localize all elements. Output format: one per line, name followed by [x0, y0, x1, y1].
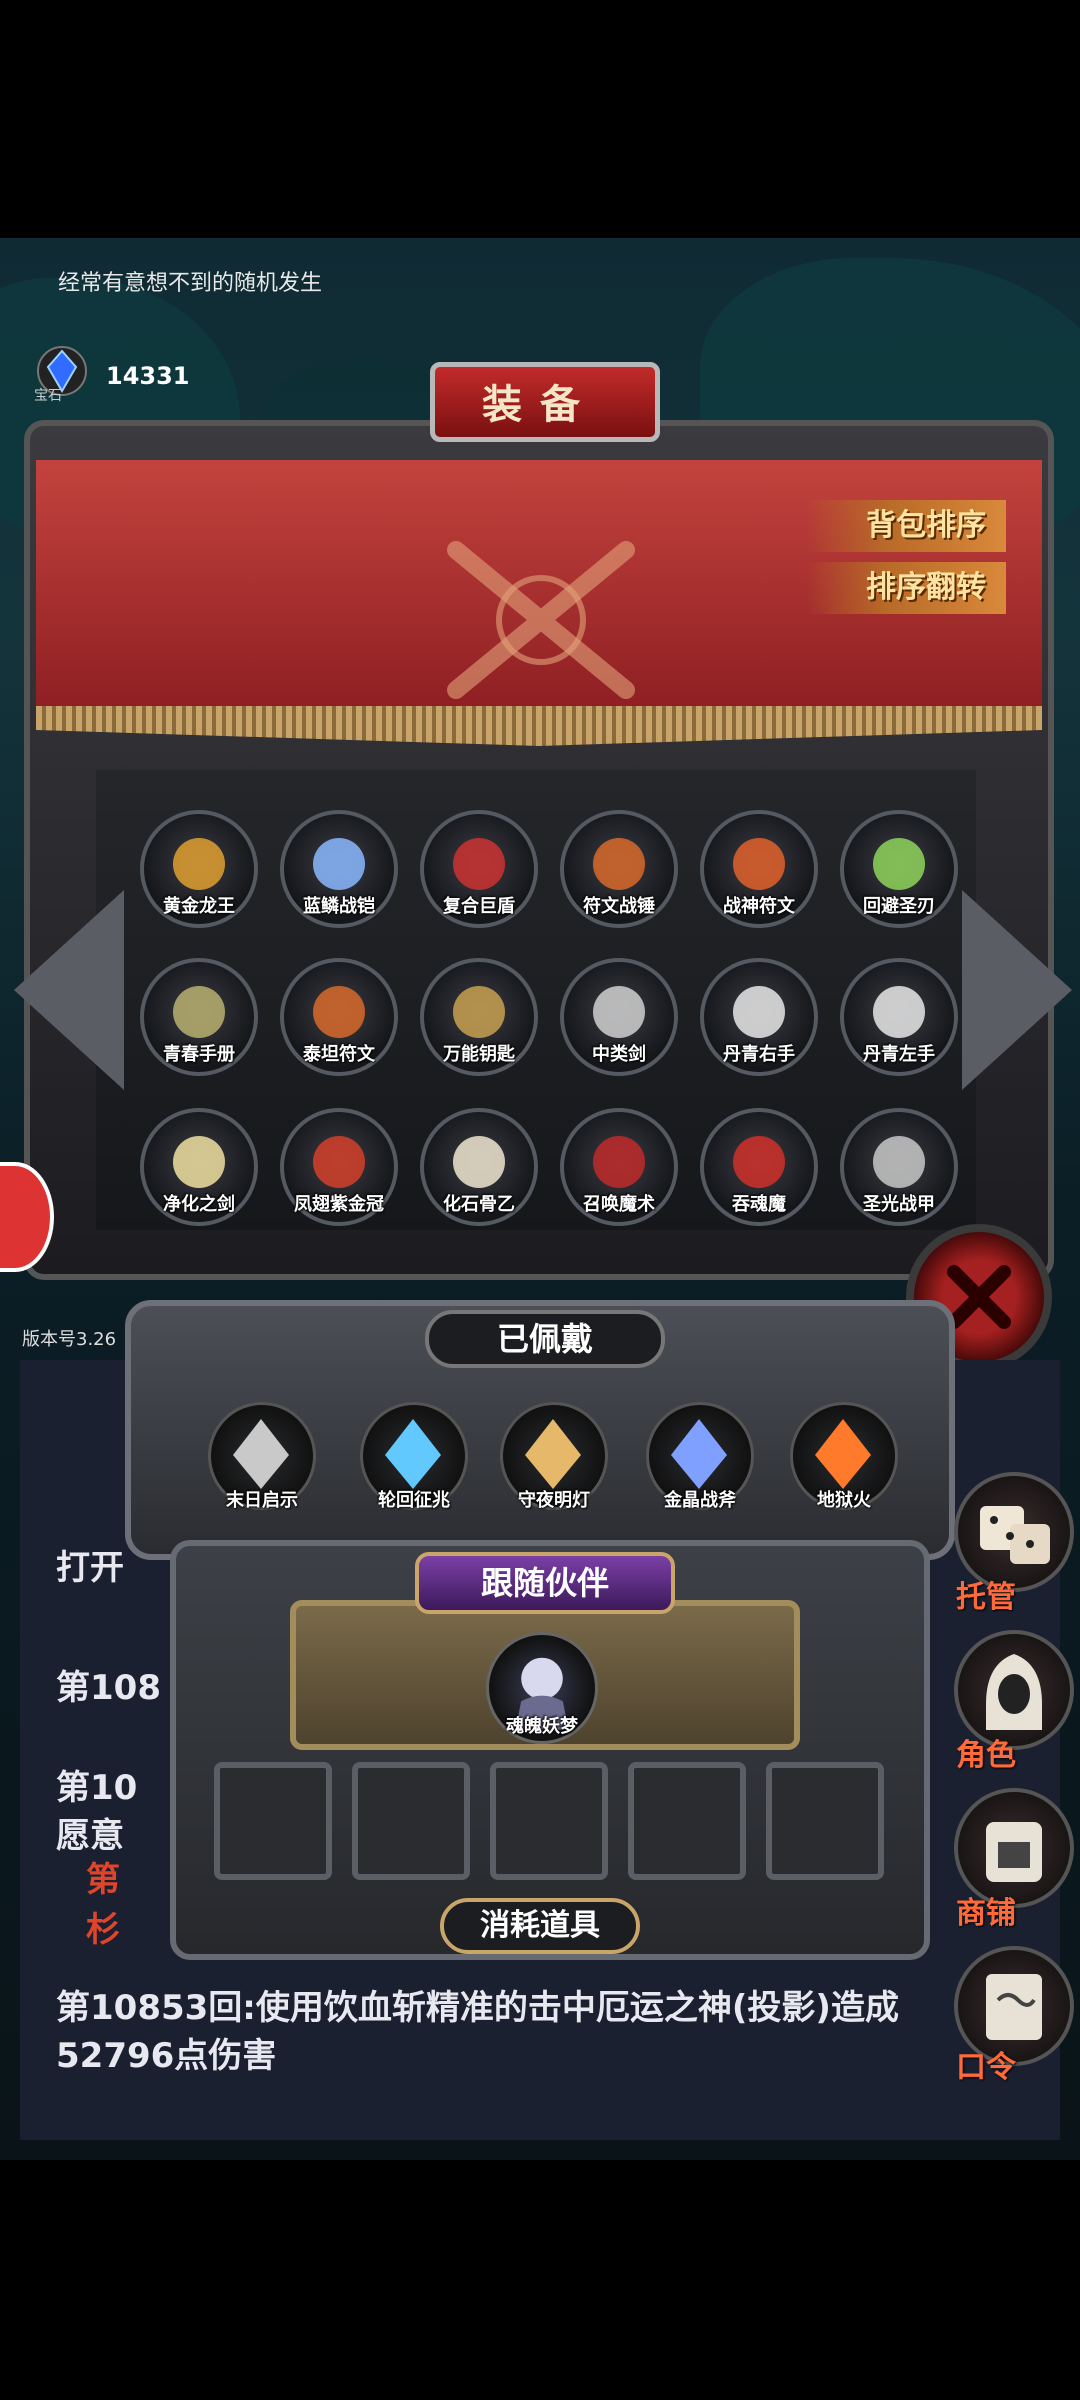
shop-label: 商铺	[956, 1896, 1016, 1931]
role-label: 角色	[956, 1738, 1016, 1773]
equipment-item-label: 丹青右手	[723, 1044, 795, 1065]
log-line: 杉	[86, 1910, 120, 1950]
equipment-item-label: 黄金龙王	[163, 896, 235, 917]
equipped-item-label: 轮回征兆	[378, 1490, 450, 1511]
equipment-item-label: 青春手册	[163, 1044, 235, 1065]
auto-label: 托管	[956, 1580, 1016, 1615]
code-label: 口令	[956, 2050, 1016, 2085]
log-line: 第	[86, 1860, 120, 1900]
equipment-item-label: 净化之剑	[163, 1194, 235, 1215]
equipment-item-label: 蓝鳞战铠	[303, 896, 375, 917]
log-line: 愿意	[56, 1816, 124, 1856]
equipment-item-label: 战神符文	[723, 896, 795, 917]
partner-title: 跟随伙伴	[415, 1552, 675, 1614]
equipment-item-label: 符文战锤	[583, 896, 655, 917]
version-label: 版本号3.26	[22, 1329, 117, 1350]
equipped-item-label: 守夜明灯	[518, 1490, 590, 1511]
equipped-item-label: 金晶战斧	[664, 1490, 736, 1511]
equipment-item-label: 中类剑	[592, 1044, 646, 1065]
log-line: 52796点伤害	[56, 2036, 277, 2076]
equipment-banner: 背包排序 排序翻转	[36, 460, 1042, 714]
crossed-swords-emblem-icon	[447, 541, 635, 699]
equipment-item-label: 泰坦符文	[303, 1044, 375, 1065]
partner-name: 魂魄妖梦	[506, 1716, 578, 1737]
consumable-slot[interactable]	[214, 1762, 332, 1880]
log-line: 第108	[56, 1668, 161, 1708]
gem-label: 宝石	[34, 388, 62, 404]
consumable-slot[interactable]	[766, 1762, 884, 1880]
sort-reverse-button[interactable]: 排序翻转	[806, 562, 1006, 614]
equipment-item-label: 化石骨乙	[443, 1194, 515, 1215]
equipment-item-label: 回避圣刃	[863, 896, 935, 917]
consumable-slot[interactable]	[490, 1762, 608, 1880]
equipment-item-label: 复合巨盾	[443, 896, 515, 917]
equipment-item-label: 凤翅紫金冠	[294, 1194, 384, 1215]
equipment-item-label: 吞魂魔	[732, 1194, 786, 1215]
consumable-slot[interactable]	[352, 1762, 470, 1880]
gem-count: 14331	[106, 362, 190, 390]
sort-bag-button[interactable]: 背包排序	[806, 500, 1006, 552]
next-page-arrow[interactable]	[962, 890, 1072, 1090]
equipment-item-label: 召唤魔术	[583, 1194, 655, 1215]
equipped-item-label: 地狱火	[817, 1490, 871, 1511]
prev-page-arrow[interactable]	[14, 890, 124, 1090]
log-line: 打开	[56, 1548, 124, 1588]
log-line: 第10	[56, 1768, 138, 1808]
log-line: 第10853回:使用饮血斩精准的击中厄运之神(投影)造成	[56, 1988, 899, 2028]
equipment-item-label: 圣光战甲	[863, 1194, 935, 1215]
equipped-item-label: 末日启示	[226, 1490, 298, 1511]
consumable-slot[interactable]	[628, 1762, 746, 1880]
consumable-title: 消耗道具	[440, 1898, 640, 1954]
equipment-title: 装备	[482, 381, 598, 428]
equipment-item-label: 丹青左手	[863, 1044, 935, 1065]
equipment-item-label: 万能钥匙	[443, 1044, 515, 1065]
equipped-title: 已佩戴	[425, 1310, 665, 1368]
hint-text: 经常有意想不到的随机发生	[58, 271, 323, 296]
